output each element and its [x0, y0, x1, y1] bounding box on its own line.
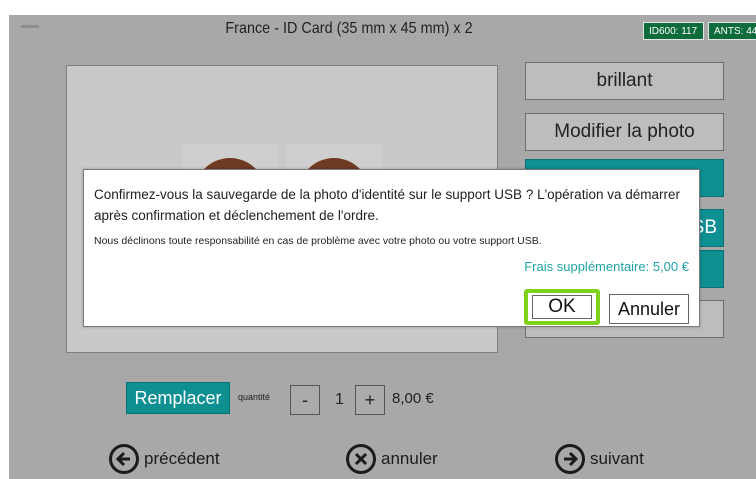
menu-dash-icon: [21, 25, 39, 28]
arrow-right-circle-icon: [555, 444, 585, 474]
close-circle-icon: [346, 444, 376, 474]
ok-label: OK: [548, 296, 576, 317]
price-label: 8,00 €: [392, 390, 434, 407]
usb-confirmation-dialog: Confirmez-vous la sauvegarde de la photo…: [83, 169, 700, 327]
quantity-decrement-button[interactable]: -: [290, 385, 320, 415]
header-bar: France - ID Card (35 mm x 45 mm) x 2 ID6…: [9, 15, 756, 45]
replace-button[interactable]: Remplacer: [126, 382, 230, 414]
status-badge-ants: ANTS: 44: [708, 22, 756, 40]
ok-button[interactable]: OK: [524, 289, 600, 325]
quantity-label: quantité: [238, 392, 271, 402]
next-button[interactable]: suivant: [555, 442, 644, 476]
edit-photo-button[interactable]: Modifier la photo: [525, 113, 724, 151]
quantity-value: 1: [335, 391, 344, 408]
glossy-finish-button[interactable]: brillant: [525, 62, 724, 100]
quantity-increment-button[interactable]: +: [355, 385, 385, 415]
next-label: suivant: [590, 449, 644, 468]
cancel-order-button[interactable]: annuler: [346, 442, 438, 476]
cancel-label: annuler: [381, 449, 438, 468]
previous-label: précédent: [144, 449, 220, 468]
kiosk-screen: France - ID Card (35 mm x 45 mm) x 2 ID6…: [9, 15, 756, 479]
arrow-left-circle-icon: [109, 444, 139, 474]
extra-fee-text: Frais supplémentaire: 5,00 €: [524, 259, 689, 274]
dialog-disclaimer: Nous déclinons toute responsabilité en c…: [94, 235, 542, 247]
status-badge-id600: ID600: 117: [643, 22, 704, 40]
dialog-message: Confirmez-vous la sauvegarde de la photo…: [94, 187, 680, 223]
page-title: France - ID Card (35 mm x 45 mm) x 2: [225, 20, 473, 37]
previous-button[interactable]: précédent: [109, 442, 220, 476]
cancel-button[interactable]: Annuler: [609, 294, 689, 324]
